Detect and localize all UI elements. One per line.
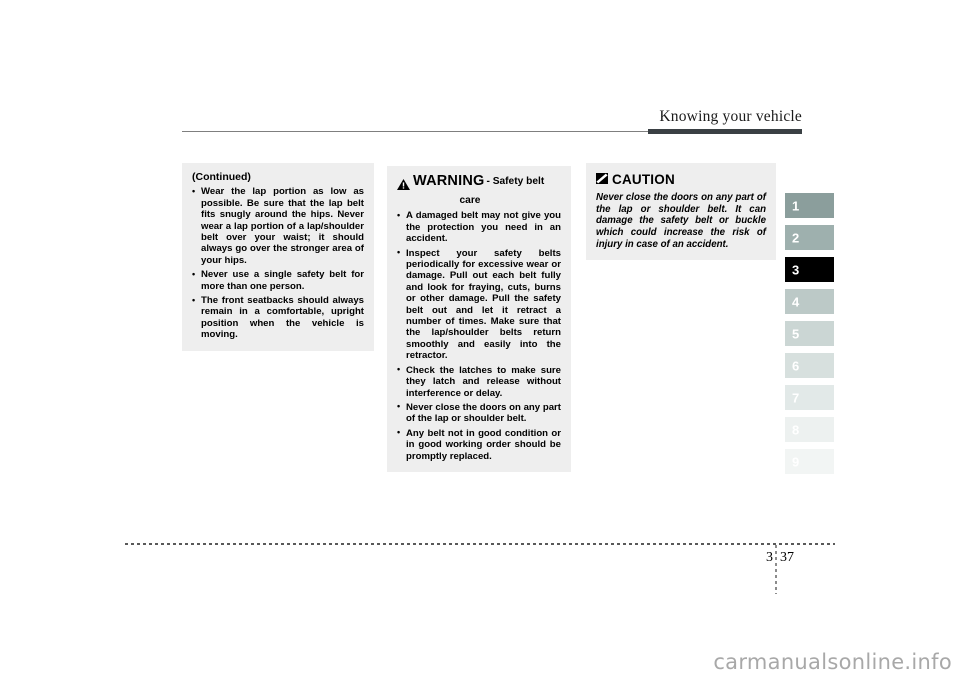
chapter-tab-label: 1 (792, 198, 800, 213)
caution-body-text: Never close the doors on any part of the… (596, 192, 766, 250)
page-header: Knowing your vehicle (182, 108, 802, 138)
chapter-tab-label: 7 (792, 390, 800, 405)
chapter-tab-2[interactable]: 2 (785, 225, 834, 250)
warning-word: WARNING (413, 173, 485, 189)
footer-page-number: 37 (780, 550, 794, 565)
warning-subheading-line2: care (459, 195, 481, 206)
chapter-tab-4[interactable]: 4 (785, 289, 834, 314)
chapter-tab-label: 8 (792, 422, 800, 437)
warning-bullet-list: A damaged belt may not give you the prot… (397, 210, 561, 462)
list-item: A damaged belt may not give you the prot… (397, 210, 561, 244)
chapter-tab-label: 5 (792, 326, 800, 341)
header-rule-thick (648, 129, 802, 134)
chapter-tab-label: 4 (792, 294, 800, 309)
page-title: Knowing your vehicle (659, 108, 802, 125)
chapter-tab-8[interactable]: 8 (785, 417, 834, 442)
footer-divider (125, 543, 835, 545)
list-item: The front seatbacks should always remain… (192, 295, 364, 341)
continued-label: (Continued) (192, 171, 251, 183)
chapter-tab-strip: 1 2 3 4 5 6 7 8 9 (785, 193, 834, 481)
continued-warning-panel: (Continued) Wear the lap portion as low … (182, 163, 374, 351)
chapter-tab-6[interactable]: 6 (785, 353, 834, 378)
warning-heading: WARNING - Safety belt care (397, 173, 561, 206)
warning-panel: WARNING - Safety belt care A damaged bel… (387, 166, 571, 472)
chapter-tab-label: 9 (792, 454, 800, 469)
caution-panel: CAUTION Never close the doors on any par… (586, 163, 776, 261)
caution-heading: CAUTION (596, 171, 766, 189)
footer-chapter-number: 3 (766, 550, 773, 565)
chapter-tab-7[interactable]: 7 (785, 385, 834, 410)
list-item: Inspect your safety belts periodically f… (397, 247, 561, 362)
chapter-tab-label: 6 (792, 358, 800, 373)
chapter-tab-3[interactable]: 3 (785, 257, 834, 282)
chapter-tab-1[interactable]: 1 (785, 193, 834, 218)
footer-vertical-divider (775, 545, 777, 594)
list-item: Any belt not in good condition or in goo… (397, 427, 561, 462)
caution-slash-icon (596, 171, 608, 189)
list-item: Never use a single safety belt for more … (192, 269, 364, 292)
warning-subheading-line1: - Safety belt (486, 176, 545, 187)
site-watermark: carmanualsonline.info (713, 650, 952, 674)
list-item: Never close the doors on any part of the… (397, 401, 561, 425)
chapter-tab-9[interactable]: 9 (785, 449, 834, 474)
chapter-tab-5[interactable]: 5 (785, 321, 834, 346)
chapter-tab-label: 3 (792, 262, 800, 277)
caution-word: CAUTION (612, 172, 675, 188)
chapter-tab-label: 2 (792, 230, 800, 245)
list-item: Check the latches to make sure they latc… (397, 364, 561, 399)
continued-bullet-list: Wear the lap portion as low as possible.… (192, 186, 364, 340)
list-item: Wear the lap portion as low as possible.… (192, 186, 364, 266)
warning-triangle-icon (397, 177, 410, 195)
